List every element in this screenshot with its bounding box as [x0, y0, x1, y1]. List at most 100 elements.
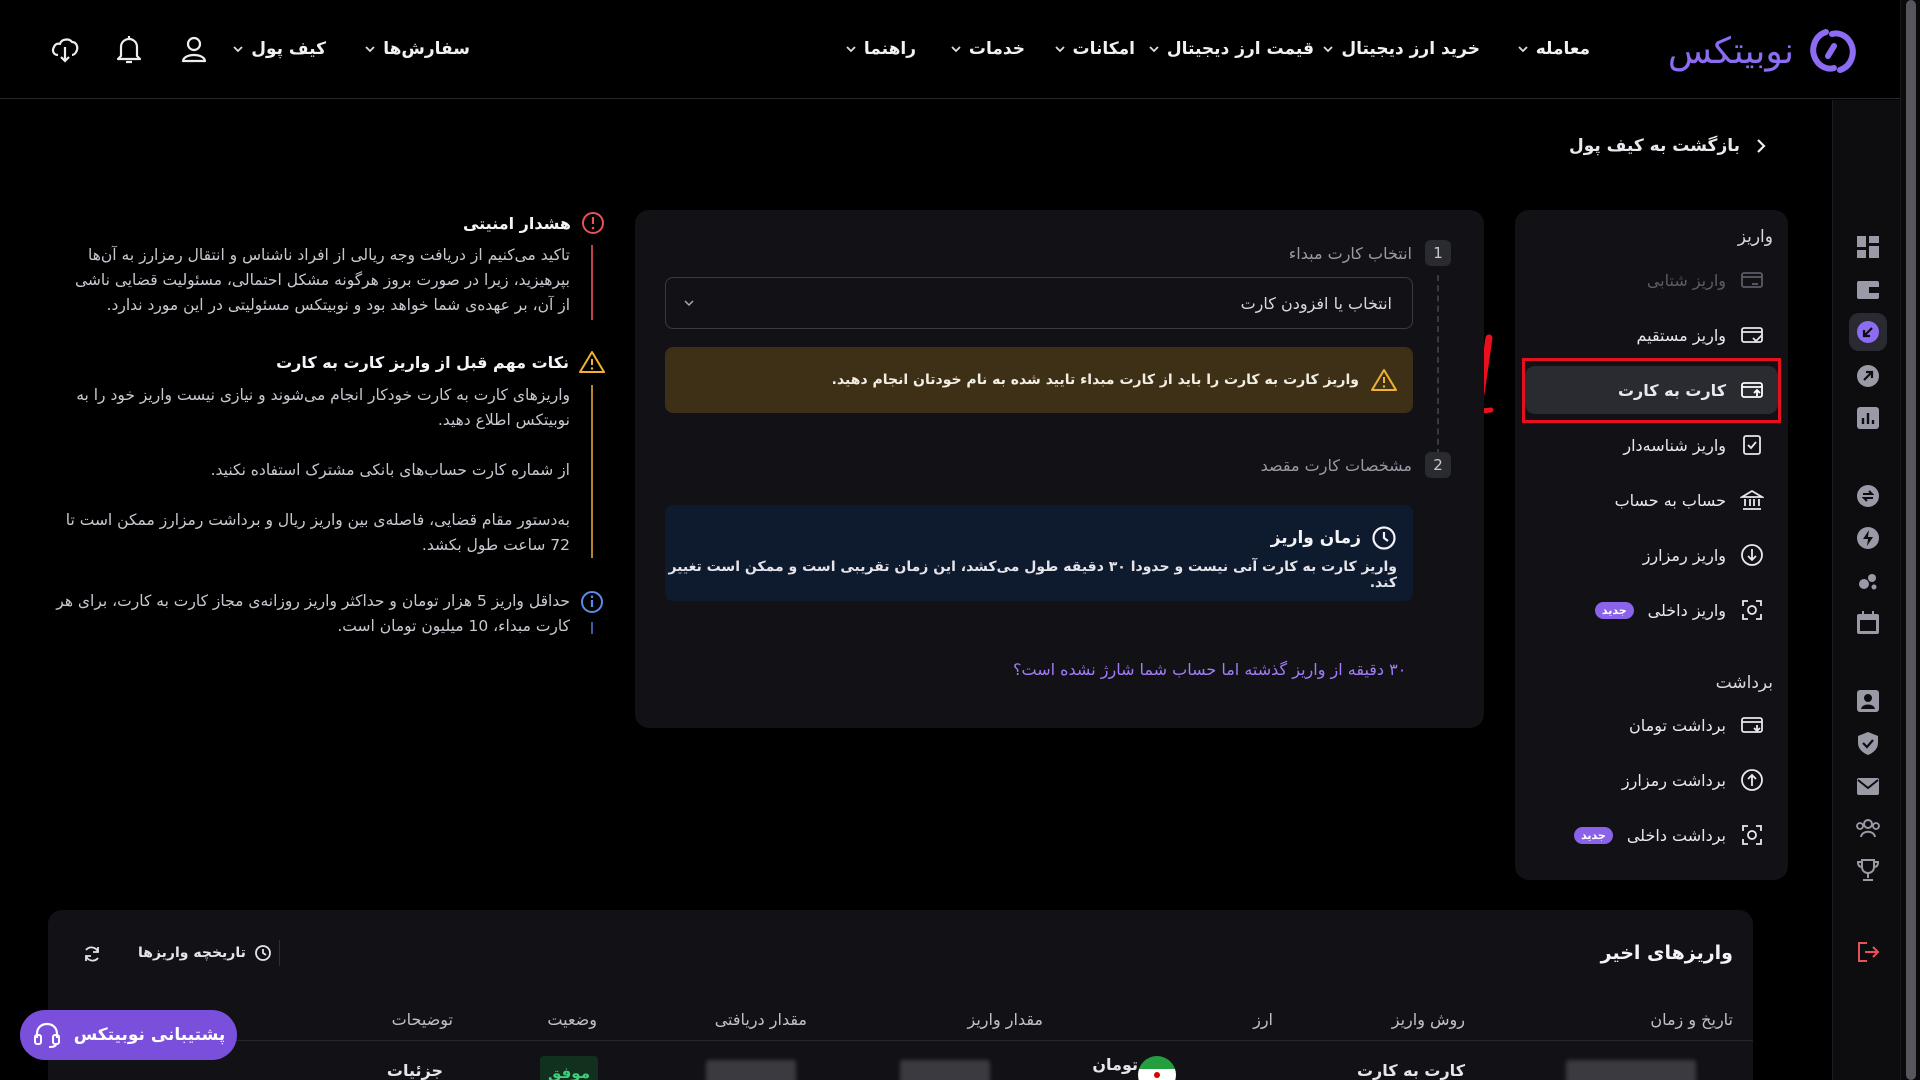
deposit-time-info: زمان واریز واریز کارت به کارت آنی نیست و… — [665, 505, 1413, 601]
logout-icon[interactable] — [1855, 939, 1881, 965]
menu-item-internal-withdraw[interactable]: برداشت داخلی جدید — [1525, 811, 1778, 859]
nav-trade[interactable]: معامله — [1516, 0, 1590, 98]
trophy-icon[interactable] — [1855, 857, 1881, 883]
limit-info-text: حداقل واریز 5 هزار تومان و حداکثر واریز … — [10, 589, 570, 639]
source-card-select[interactable]: انتخاب یا افزودن کارت — [665, 277, 1413, 329]
notice-line: واریزهای کارت به کارت خودکار انجام می‌شو… — [76, 386, 570, 404]
tips-paragraph-1: واریزهای کارت به کارت خودکار انجام می‌شو… — [10, 383, 570, 433]
chevron-down-icon — [846, 46, 856, 53]
blurred-received — [706, 1060, 796, 1080]
chart-icon[interactable] — [1855, 405, 1881, 431]
nav-label: قیمت ارز دیجیتال — [1166, 39, 1314, 59]
menu-section-withdraw: برداشت — [1715, 673, 1773, 693]
not-charged-help-link[interactable]: ۳۰ دقیقه از واریز گذشته اما حساب شما شار… — [1013, 660, 1406, 679]
notice-accent-bar — [591, 622, 593, 634]
withdraw-icon[interactable] — [1855, 363, 1881, 389]
support-button[interactable]: پشتیبانی نوبیتکس — [20, 1010, 237, 1060]
time-description: واریز کارت به کارت آنی نیست و حدودا ۳۰ د… — [668, 559, 1397, 591]
menu-item-id-deposit[interactable]: واریز شناسه‌دار — [1525, 421, 1778, 469]
bell-icon[interactable] — [113, 33, 145, 65]
deposit-icon[interactable] — [1855, 319, 1881, 345]
bank-icon — [1740, 489, 1764, 510]
menu-item-label: واریز رمزارز — [1642, 545, 1726, 565]
deposit-history-button[interactable]: تاریخچه واریزها — [138, 944, 272, 962]
top-header: نوبیتکس معامله خرید ارز دیجیتال قیمت ارز… — [0, 0, 1908, 99]
nav-label: کیف پول — [251, 39, 326, 59]
profile-card-icon[interactable] — [1855, 688, 1881, 714]
new-badge: جدید — [1574, 826, 1613, 844]
important-tips-title: نکات مهم قبل از واریز کارت به کارت — [276, 350, 605, 374]
time-title-row: زمان واریز — [665, 525, 1397, 551]
support-label: پشتیبانی نوبیتکس — [73, 1025, 226, 1045]
step-label: مشخصات کارت مقصد — [1260, 456, 1412, 475]
nav-help[interactable]: راهنما — [844, 0, 916, 98]
column-header-details: توضیحات — [391, 1010, 453, 1029]
lightning-icon[interactable] — [1855, 525, 1881, 551]
download-app-icon[interactable] — [49, 33, 81, 65]
back-to-wallet-link[interactable]: بازگشت به کیف پول — [1569, 136, 1768, 156]
status-badge: موفق — [540, 1056, 598, 1080]
menu-item-internal-deposit[interactable]: واریز داخلی جدید — [1525, 586, 1778, 634]
notice-line: کارت مبداء، 10 میلیون تومان است. — [337, 617, 570, 635]
menu-item-label: برداشت رمزارز — [1621, 770, 1726, 790]
menu-item-toman-withdraw[interactable]: برداشت تومان — [1525, 701, 1778, 749]
nav-orders[interactable]: سفارش‌ها — [363, 0, 470, 98]
internal-icon — [1742, 600, 1762, 620]
shield-icon[interactable] — [1855, 730, 1881, 756]
select-placeholder: انتخاب یا افزودن کارت — [1240, 293, 1392, 313]
nav-label: سفارش‌ها — [383, 39, 470, 59]
chevron-down-icon — [233, 46, 243, 53]
nav-buy-crypto[interactable]: خرید ارز دیجیتال — [1321, 0, 1480, 98]
crypto-withdraw-icon — [1741, 769, 1763, 791]
users-icon[interactable] — [1855, 815, 1881, 841]
alert-circle-icon — [582, 212, 604, 234]
menu-item-label: واریز شناسه‌دار — [1623, 435, 1726, 455]
step-number: 2 — [1425, 452, 1451, 478]
notice-title-text: نکات مهم قبل از واریز کارت به کارت — [276, 352, 569, 372]
logo-mark-icon — [1810, 29, 1856, 73]
coins-icon[interactable] — [1855, 568, 1881, 594]
history-label: تاریخچه واریزها — [138, 945, 246, 961]
user-icon[interactable] — [178, 33, 210, 65]
calendar-icon[interactable] — [1855, 610, 1881, 636]
menu-item-account-to-account[interactable]: حساب به حساب — [1525, 476, 1778, 524]
nav-features[interactable]: امکانات — [1053, 0, 1135, 98]
logo[interactable]: نوبیتکس — [1668, 26, 1860, 76]
menu-item-label: واریز شتابی — [1646, 270, 1726, 290]
blurred-amount — [900, 1060, 990, 1080]
refresh-icon[interactable] — [82, 944, 102, 964]
info-circle-icon — [581, 591, 603, 613]
internal-icon — [1742, 825, 1762, 845]
nav-crypto-prices[interactable]: قیمت ارز دیجیتال — [1147, 0, 1314, 98]
step-number: 1 — [1425, 240, 1451, 266]
convert-icon[interactable] — [1855, 483, 1881, 509]
tips-paragraph-2: از شماره کارت حساب‌های بانکی مشترک استفا… — [210, 461, 570, 479]
notice-line: 72 ساعت طول بکشد. — [421, 536, 570, 554]
id-deposit-icon — [1743, 435, 1761, 455]
dashboard-icon[interactable] — [1855, 234, 1881, 260]
menu-item-instant-deposit[interactable]: واریز شتابی — [1525, 256, 1778, 304]
row-details-link[interactable]: جزئیات — [387, 1061, 443, 1080]
chevron-down-icon — [1054, 46, 1065, 53]
time-title: زمان واریز — [1270, 528, 1361, 548]
mail-icon[interactable] — [1855, 773, 1881, 799]
scrollbar-thumb[interactable] — [1906, 0, 1916, 1080]
clock-icon — [1372, 526, 1396, 550]
menu-item-label: واریز داخلی — [1647, 600, 1726, 620]
menu-item-direct-deposit[interactable]: واریز مستقیم — [1525, 311, 1778, 359]
notice-title-text: هشدار امنیتی — [462, 213, 571, 233]
nav-wallet[interactable]: کیف پول — [231, 0, 326, 98]
menu-item-crypto-withdraw[interactable]: برداشت رمزارز — [1525, 756, 1778, 804]
headset-icon — [33, 1022, 60, 1048]
page-scrollbar[interactable] — [1900, 0, 1920, 1080]
blurred-datetime — [1566, 1060, 1696, 1080]
notice-line: به‌دستور مقام قضایی، فاصله‌ی بین واریز ر… — [65, 511, 570, 529]
nav-label: امکانات — [1072, 39, 1135, 59]
menu-item-crypto-deposit[interactable]: واریز رمزارز — [1525, 531, 1778, 579]
notice-line: از آن، بر عهده‌ی شما خواهد بود و نوبیتکس… — [106, 296, 570, 314]
step-label: انتخاب کارت مبداء — [1288, 244, 1412, 263]
nav-services[interactable]: خدمات — [949, 0, 1025, 98]
wallet-icon[interactable] — [1855, 277, 1881, 303]
security-warning-text: تاکید می‌کنیم از دریافت وجه ریالی از افر… — [10, 243, 570, 318]
logo-text: نوبیتکس — [1667, 30, 1795, 72]
